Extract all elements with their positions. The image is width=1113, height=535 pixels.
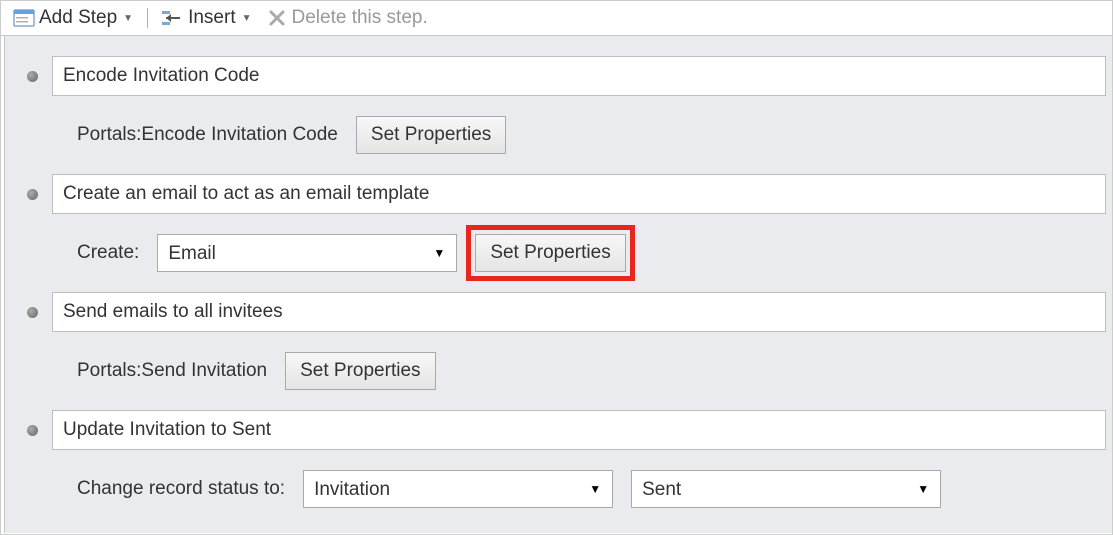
- insert-label: Insert: [188, 7, 236, 29]
- workflow-step: Create: Email ▼ Set Properties: [11, 174, 1106, 292]
- delete-step-button: Delete this step.: [262, 5, 432, 31]
- status-entity-select[interactable]: Invitation: [303, 470, 613, 508]
- step-bullet-icon: [27, 425, 38, 436]
- set-properties-button[interactable]: Set Properties: [356, 116, 506, 154]
- chevron-down-icon: ▼: [123, 13, 133, 24]
- create-label: Create:: [77, 242, 139, 264]
- step-action-label: Portals:Send Invitation: [77, 360, 267, 382]
- insert-button[interactable]: Insert ▼: [158, 5, 255, 31]
- chevron-down-icon: ▼: [242, 13, 252, 24]
- step-bullet-icon: [27, 71, 38, 82]
- add-step-button[interactable]: Add Step ▼: [9, 5, 137, 31]
- delete-label: Delete this step.: [292, 7, 428, 29]
- step-action-label: Portals:Encode Invitation Code: [77, 124, 338, 146]
- step-title-input[interactable]: [52, 56, 1106, 96]
- delete-icon: [266, 8, 288, 28]
- workflow-step: Change record status to: Invitation ▼ Se…: [11, 410, 1106, 528]
- add-step-label: Add Step: [39, 7, 117, 29]
- add-step-icon: [13, 8, 35, 28]
- change-status-label: Change record status to:: [77, 478, 285, 500]
- workflow-steps-area: Portals:Encode Invitation Code Set Prope…: [4, 36, 1112, 533]
- step-title-input[interactable]: [52, 410, 1106, 450]
- toolbar-separator: [147, 8, 148, 28]
- set-properties-button[interactable]: Set Properties: [475, 234, 625, 272]
- status-value-select[interactable]: Sent: [631, 470, 941, 508]
- workflow-step: Portals:Send Invitation Set Properties: [11, 292, 1106, 410]
- step-title-input[interactable]: [52, 292, 1106, 332]
- step-title-input[interactable]: [52, 174, 1106, 214]
- set-properties-button[interactable]: Set Properties: [285, 352, 435, 390]
- toolbar: Add Step ▼ Insert ▼ Delete this step.: [1, 1, 1112, 36]
- create-entity-select[interactable]: Email: [157, 234, 457, 272]
- workflow-step: Portals:Encode Invitation Code Set Prope…: [11, 56, 1106, 174]
- step-bullet-icon: [27, 189, 38, 200]
- step-bullet-icon: [27, 307, 38, 318]
- insert-icon: [162, 8, 184, 28]
